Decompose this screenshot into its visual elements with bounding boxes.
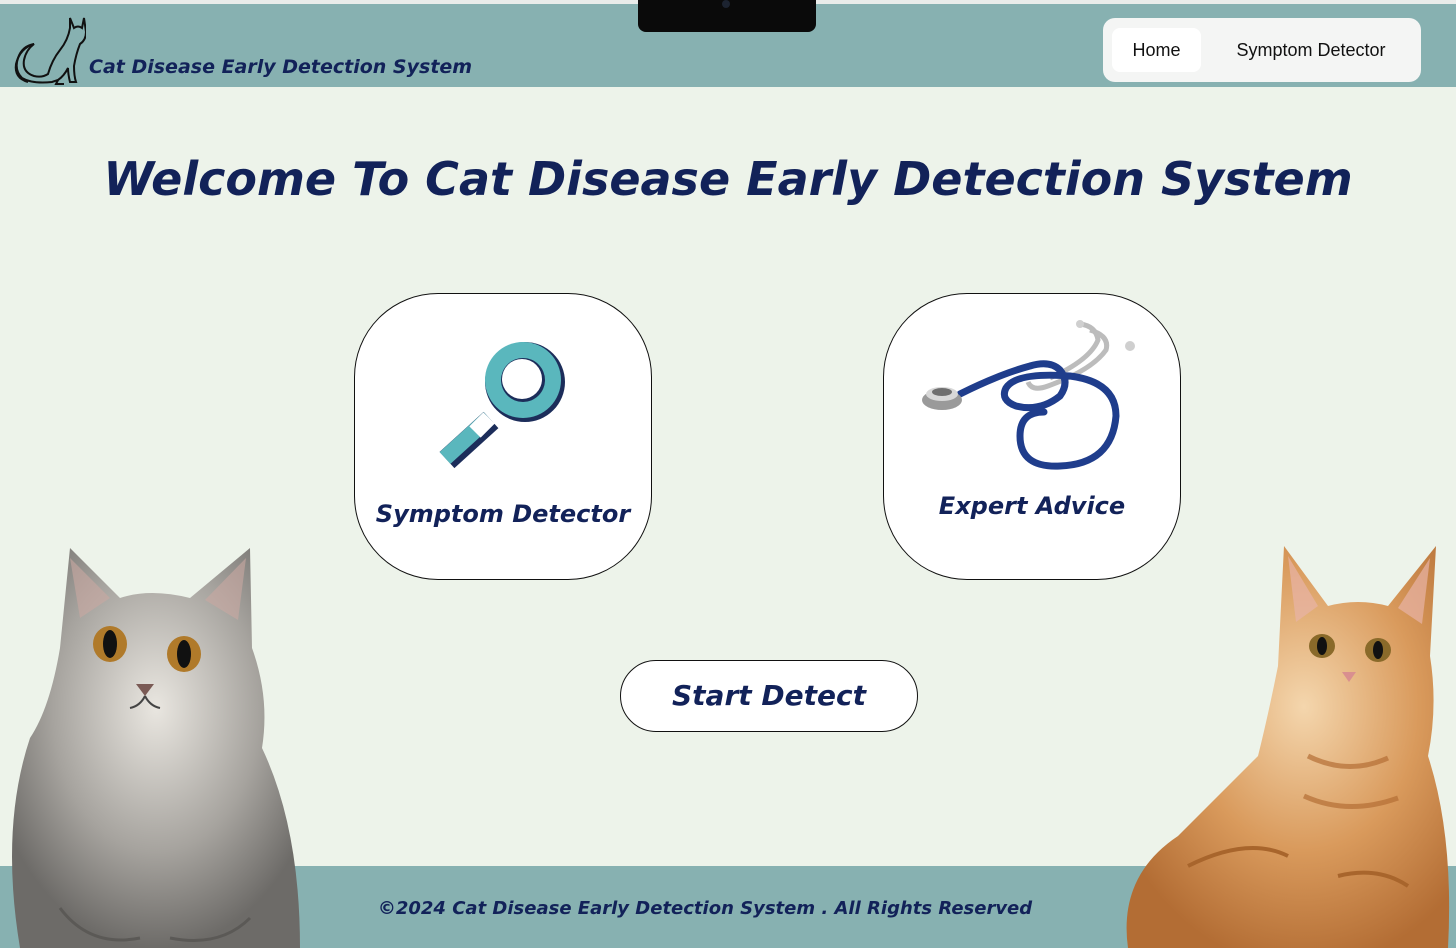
camera-dot [722, 0, 730, 8]
top-nav: Home Symptom Detector [1103, 18, 1421, 82]
orange-kitten-image [1126, 546, 1450, 948]
expert-advice-label: Expert Advice [938, 492, 1126, 520]
nav-home[interactable]: Home [1112, 28, 1201, 72]
nav-symptom-detector[interactable]: Symptom Detector [1213, 28, 1409, 72]
symptom-detector-card[interactable]: Symptom Detector [354, 293, 652, 580]
welcome-heading: Welcome To Cat Disease Early Detection S… [103, 152, 1353, 206]
symptom-detector-label: Symptom Detector [375, 500, 631, 528]
cat-outline-logo-icon[interactable] [12, 14, 86, 86]
brand-title: Cat Disease Early Detection System [89, 56, 473, 78]
magnifying-glass-icon [439, 342, 565, 469]
grey-cat-image [12, 548, 300, 948]
start-detect-button[interactable]: Start Detect [620, 660, 918, 732]
camera-notch [638, 0, 816, 32]
stethoscope-icon [922, 320, 1135, 470]
